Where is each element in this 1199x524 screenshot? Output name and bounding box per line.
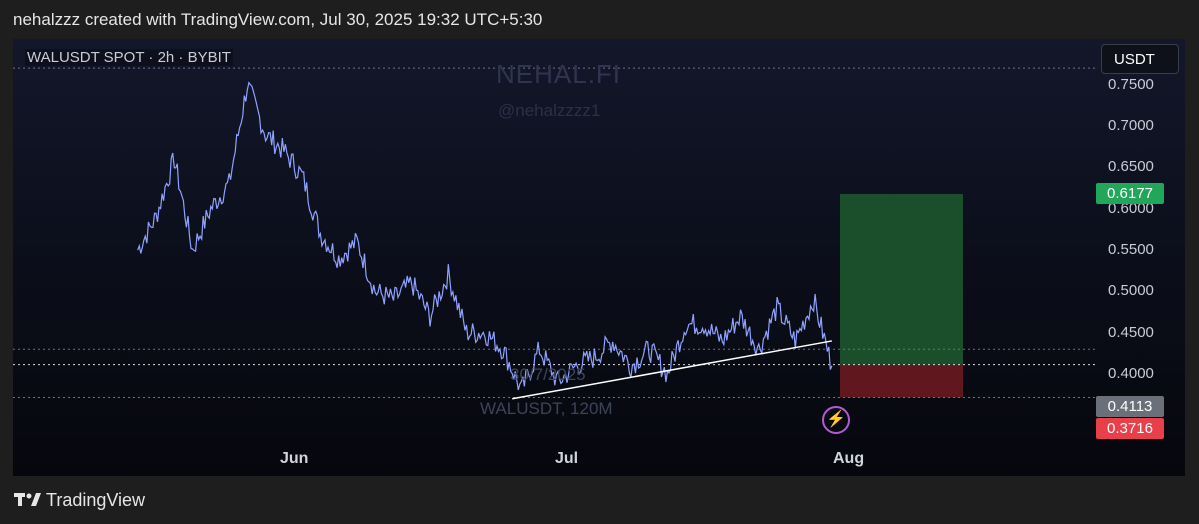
loss-zone xyxy=(840,364,963,398)
y-tick-label: 0.6500 xyxy=(1108,158,1154,176)
tradingview-brand[interactable]: TradingView xyxy=(46,490,145,511)
watermark-pair: WALUSDT, 120M xyxy=(480,399,613,418)
y-tick-label: 0.7000 xyxy=(1108,117,1154,134)
currency-button[interactable]: USDT xyxy=(1101,44,1179,74)
chart-pane[interactable]: WALUSDT SPOT · 2h · BYBIT NEHAL.FI @neha… xyxy=(13,39,1185,476)
y-tick-label: 0.4500 xyxy=(1108,323,1154,341)
x-tick-label: Aug xyxy=(833,450,865,467)
y-tick-label: 0.4000 xyxy=(1108,365,1154,382)
symbol-label[interactable]: WALUSDT SPOT · 2h · BYBIT xyxy=(25,49,233,66)
header-bar: nehalzzz created with TradingView.com, J… xyxy=(0,0,1199,38)
x-tick-label: Jun xyxy=(280,450,309,467)
watermark-date: 30/7/2025 xyxy=(510,365,586,384)
footer-bar xyxy=(0,476,1199,524)
chart-credit: nehalzzz created with TradingView.com, J… xyxy=(13,10,543,29)
entry-price-tag: 0.4113 xyxy=(1096,396,1164,417)
y-tick-label: 0.5000 xyxy=(1108,282,1154,300)
watermark-handle: @nehalzzzz1 xyxy=(498,101,601,120)
y-tick-label: 0.7500 xyxy=(1108,75,1154,93)
stop-price-tag: 0.3716 xyxy=(1096,418,1164,439)
lightning-bolt-icon[interactable]: ⚡ xyxy=(822,406,850,434)
y-tick-label: 0.5500 xyxy=(1108,241,1154,258)
x-tick-label: Jul xyxy=(555,450,579,467)
target-price-tag: 0.6177 xyxy=(1096,183,1164,204)
tradingview-logo-icon[interactable] xyxy=(14,491,42,509)
watermark-brand: NEHAL.FI xyxy=(496,59,622,89)
profit-zone xyxy=(840,194,963,365)
price-line xyxy=(137,81,833,391)
